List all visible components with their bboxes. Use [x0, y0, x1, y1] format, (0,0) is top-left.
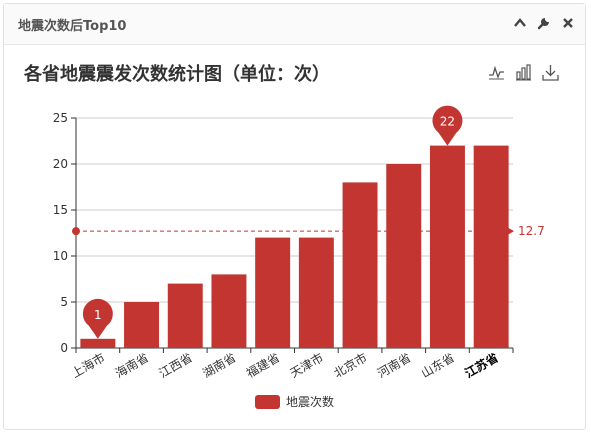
bar	[429, 145, 465, 348]
bar	[167, 283, 203, 348]
bar-chart: 0 5 10 15 20 25 上海市 海南省 江西省 湖南省 福建省 天津市 北京市 河南省 山东省 江苏省…	[53, 105, 545, 381]
mark-point-label: 22	[440, 115, 455, 129]
x-tick-label: 江苏省	[462, 350, 501, 381]
mark-line-label: 12.7	[518, 224, 545, 238]
legend-swatch	[255, 394, 280, 409]
bar	[124, 302, 160, 348]
x-tick-label: 海南省	[112, 350, 151, 381]
x-tick-label: 北京市	[331, 350, 370, 381]
x-tick-label: 江西省	[157, 350, 195, 380]
y-tick-label: 5	[60, 295, 68, 309]
x-tick-label: 河南省	[375, 350, 414, 381]
x-tick-label: 湖南省	[200, 350, 239, 381]
bar	[298, 237, 334, 348]
x-tick-label: 上海市	[69, 350, 108, 381]
legend-label: 地震次数	[286, 395, 335, 409]
x-tick-label: 天津市	[287, 350, 326, 381]
bar	[473, 145, 509, 348]
bar	[386, 164, 422, 348]
x-tick-label: 福建省	[243, 350, 282, 381]
mark-point-label: 1	[94, 308, 102, 322]
y-tick-label: 15	[53, 203, 68, 217]
x-tick-label: 山东省	[419, 350, 457, 380]
mark-line-start-dot	[72, 227, 80, 236]
y-tick-label: 20	[53, 157, 68, 171]
legend[interactable]: 地震次数	[255, 393, 334, 410]
y-tick-label: 10	[53, 249, 68, 263]
bar	[80, 338, 116, 348]
y-tick-label: 0	[60, 341, 68, 355]
bar	[342, 182, 378, 348]
mark-line-arrow	[507, 227, 514, 236]
bar	[255, 237, 291, 348]
bar	[211, 274, 247, 348]
y-tick-label: 25	[53, 111, 68, 125]
